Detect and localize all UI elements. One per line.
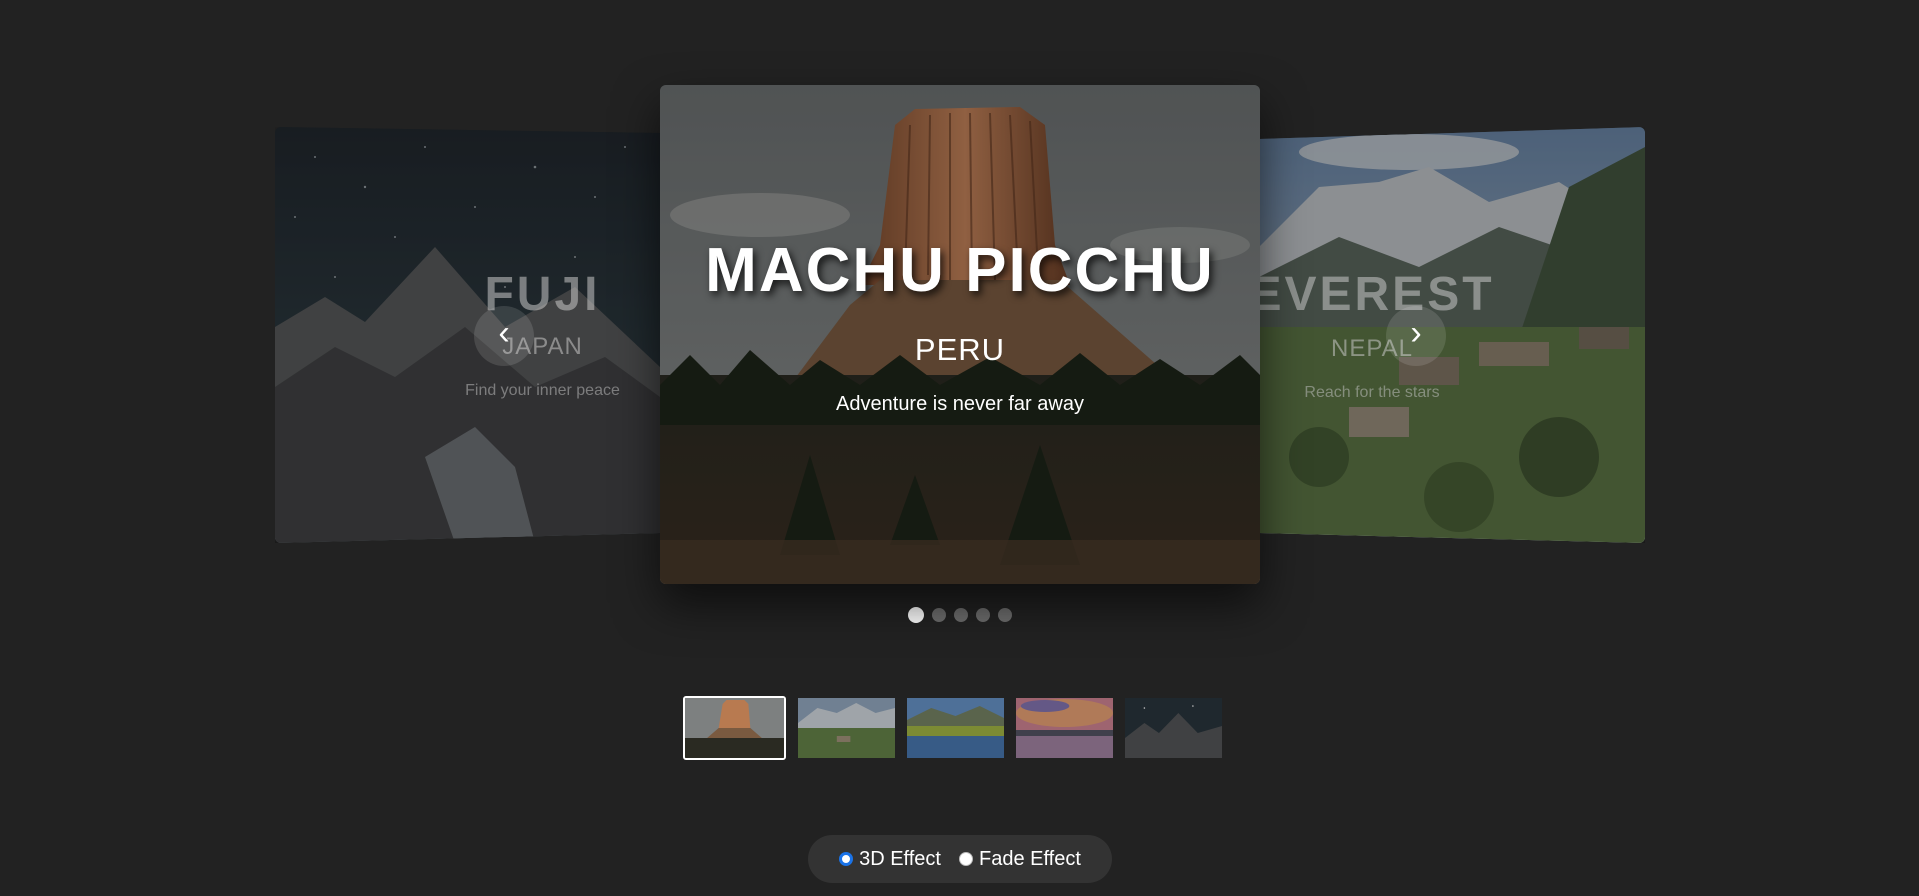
sunset-lake-thumb-image	[1016, 698, 1113, 758]
pagination-dot-3[interactable]	[953, 608, 968, 622]
effect-option-3d[interactable]: 3D Effect	[839, 848, 941, 871]
slide-title: EVEREST	[1259, 268, 1495, 321]
chevron-right-icon: ›	[1410, 314, 1422, 352]
pagination-dot-4[interactable]	[975, 608, 990, 622]
slide-subtitle: PERU	[914, 332, 1006, 367]
next-slide-button[interactable]: ›	[1386, 306, 1446, 366]
slide-machu-picchu[interactable]: MACHU PICCHU PERU Adventure is never far…	[660, 85, 1260, 584]
rock-tower-thumb-image	[685, 698, 784, 758]
effect-option-label: Fade Effect	[978, 847, 1081, 870]
pagination-dots	[0, 607, 1919, 623]
slide-fuji[interactable]: FUJI JAPAN Find your inner peace	[275, 127, 660, 543]
thumbnail-3[interactable]	[907, 698, 1004, 758]
chevron-left-icon: ‹	[498, 314, 510, 352]
slide-everest[interactable]: EVEREST NEPAL Reach for the stars	[1259, 127, 1645, 543]
prev-slide-button[interactable]: ‹	[474, 306, 534, 366]
radio-3d-effect[interactable]	[839, 852, 854, 866]
slide-title: MACHU PICCHU	[705, 236, 1215, 305]
thumbnail-1[interactable]	[683, 696, 786, 760]
lake-valley-thumb-image	[907, 698, 1004, 758]
slide-title: FUJI	[484, 268, 601, 321]
radio-fade-effect[interactable]	[958, 852, 973, 866]
thumbnail-strip	[683, 696, 1222, 760]
mountain-village-thumb-image	[798, 698, 895, 758]
pagination-dot-1[interactable]	[907, 607, 924, 623]
thumbnail-5[interactable]	[1125, 698, 1222, 758]
effect-toggle: 3D Effect Fade Effect	[808, 835, 1112, 883]
slide-tagline: Reach for the stars	[1304, 384, 1440, 401]
effect-option-fade[interactable]: Fade Effect	[958, 847, 1081, 871]
slide-tagline: Find your inner peace	[465, 382, 620, 399]
pagination-dot-5[interactable]	[997, 608, 1012, 622]
pagination-dot-2[interactable]	[931, 608, 946, 622]
slide-tagline: Adventure is never far away	[836, 393, 1084, 415]
thumbnail-4[interactable]	[1016, 698, 1113, 758]
thumbnail-2[interactable]	[798, 698, 895, 758]
night-mountain-thumb-image	[1125, 698, 1222, 758]
effect-option-label: 3D Effect	[859, 847, 941, 870]
